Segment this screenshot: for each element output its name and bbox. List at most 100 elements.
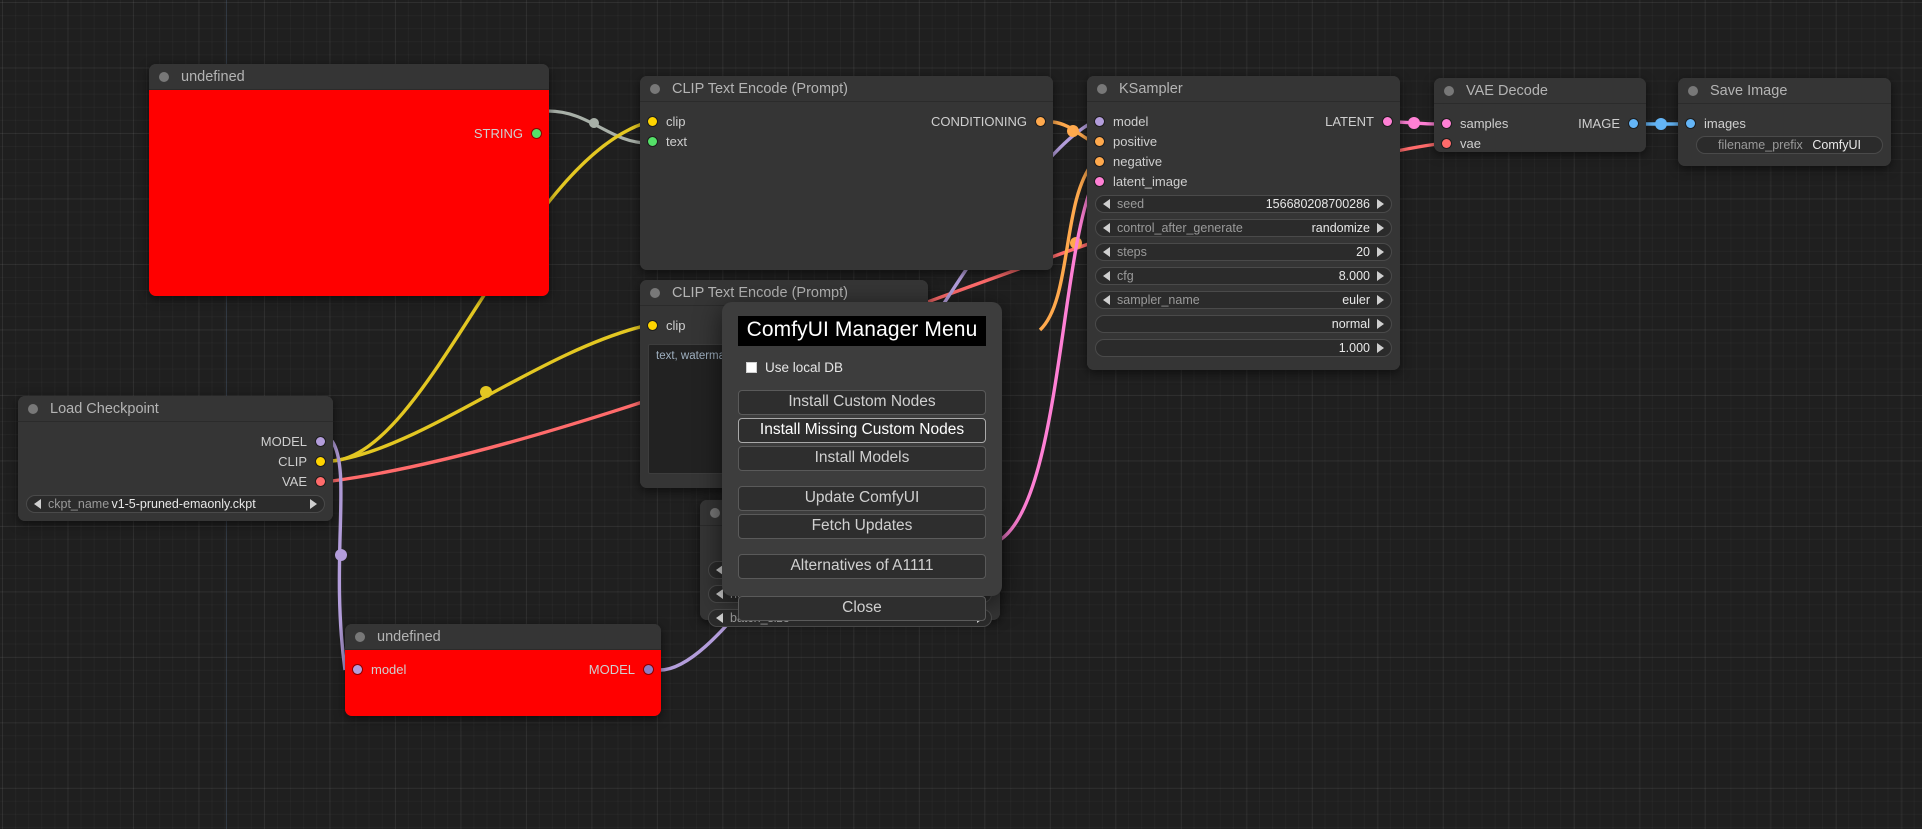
widget-filename-prefix[interactable]: filename_prefix ComfyUI (1696, 136, 1883, 154)
node-output-vae[interactable]: VAE (282, 472, 325, 490)
node-title-bar[interactable]: CLIP Text Encode (Prompt) (640, 76, 1053, 102)
node-title-bar[interactable]: undefined (345, 624, 661, 650)
node-collapse-icon[interactable] (1097, 83, 1107, 94)
widget-sampler-name[interactable]: sampler_name euler (1095, 291, 1392, 309)
node-output-latent[interactable]: LATENT (1325, 112, 1392, 130)
input-dot-clip[interactable] (648, 116, 657, 126)
node-input-images[interactable]: images (1686, 114, 1746, 132)
node-save-image[interactable]: Save Image images filename_prefix ComfyU… (1678, 78, 1891, 166)
decrement-arrow-icon[interactable] (1103, 247, 1110, 257)
widget-denoise[interactable]: denoise 1.000 (1095, 339, 1392, 357)
input-dot-clip[interactable] (648, 320, 657, 330)
increment-arrow-icon[interactable] (1377, 295, 1384, 305)
node-input-positive[interactable]: positive (1095, 132, 1157, 150)
node-collapse-icon[interactable] (650, 287, 660, 298)
output-dot-clip[interactable] (316, 456, 325, 466)
node-input-model[interactable]: model (353, 660, 406, 678)
widget-value: 156680208700286 (1265, 197, 1370, 211)
install-models-button[interactable]: Install Models (738, 446, 986, 471)
node-output-image[interactable]: IMAGE (1578, 114, 1638, 132)
output-dot-string[interactable] (532, 128, 541, 138)
widget-steps[interactable]: steps 20 (1095, 243, 1392, 261)
input-dot-model[interactable] (1095, 116, 1104, 126)
decrement-arrow-icon[interactable] (1103, 271, 1110, 281)
increment-arrow-icon[interactable] (310, 499, 317, 509)
input-dot-model[interactable] (353, 664, 362, 674)
input-dot-images[interactable] (1686, 118, 1695, 128)
decrement-arrow-icon[interactable] (34, 499, 41, 509)
node-collapse-icon[interactable] (159, 71, 169, 82)
node-input-clip[interactable]: clip (648, 112, 686, 130)
node-collapse-icon[interactable] (355, 631, 365, 642)
decrement-arrow-icon[interactable] (1103, 223, 1110, 233)
node-undefined-string[interactable]: undefined STRING (149, 64, 549, 296)
node-collapse-icon[interactable] (28, 403, 38, 414)
node-undefined-model[interactable]: undefined model MODEL (345, 624, 661, 716)
update-comfyui-button[interactable]: Update ComfyUI (738, 486, 986, 511)
widget-seed[interactable]: seed 156680208700286 (1095, 195, 1392, 213)
node-title-bar[interactable]: KSampler (1087, 76, 1400, 102)
decrement-arrow-icon[interactable] (716, 613, 723, 623)
widget-control-after-generate[interactable]: control_after_generate randomize (1095, 219, 1392, 237)
decrement-arrow-icon[interactable] (1103, 199, 1110, 209)
increment-arrow-icon[interactable] (1377, 247, 1384, 257)
fetch-updates-button[interactable]: Fetch Updates (738, 514, 986, 539)
node-output-model[interactable]: MODEL (589, 660, 653, 678)
graph-canvas[interactable]: undefined STRING CLIP Text Encode (Promp… (0, 0, 1922, 829)
node-input-model[interactable]: model (1095, 112, 1148, 130)
install-custom-nodes-button[interactable]: Install Custom Nodes (738, 390, 986, 415)
output-dot-model[interactable] (316, 436, 325, 446)
increment-arrow-icon[interactable] (1377, 223, 1384, 233)
widget-cfg[interactable]: cfg 8.000 (1095, 267, 1392, 285)
use-local-db-checkbox[interactable] (746, 362, 757, 373)
node-title-bar[interactable]: Load Checkpoint (18, 396, 333, 422)
node-title-label: Save Image (1710, 82, 1788, 99)
node-output-string[interactable]: STRING (474, 124, 541, 142)
node-input-latent-image[interactable]: latent_image (1095, 172, 1187, 190)
input-dot-text[interactable] (648, 136, 657, 146)
node-input-vae[interactable]: vae (1442, 134, 1481, 152)
input-dot-samples[interactable] (1442, 118, 1451, 128)
increment-arrow-icon[interactable] (1377, 271, 1384, 281)
increment-arrow-icon[interactable] (1377, 199, 1384, 209)
node-vae-decode[interactable]: VAE Decode samples vae IMAGE (1434, 78, 1646, 152)
widget-scheduler[interactable]: scheduler normal (1095, 315, 1392, 333)
install-missing-custom-nodes-button[interactable]: Install Missing Custom Nodes (738, 418, 986, 443)
output-dot-latent[interactable] (1383, 116, 1392, 126)
input-dot-vae[interactable] (1442, 138, 1451, 148)
node-output-conditioning[interactable]: CONDITIONING (931, 112, 1045, 130)
close-button[interactable]: Close (738, 596, 986, 621)
node-title-bar[interactable]: undefined (149, 64, 549, 90)
input-dot-latent-image[interactable] (1095, 176, 1104, 186)
node-ksampler[interactable]: KSampler model positive negative latent_… (1087, 76, 1400, 370)
node-collapse-icon[interactable] (650, 83, 660, 94)
comfyui-manager-dialog[interactable]: ComfyUI Manager Menu Use local DB Instal… (722, 302, 1002, 621)
output-dot-conditioning[interactable] (1036, 116, 1045, 126)
node-title-bar[interactable]: Save Image (1678, 78, 1891, 104)
output-dot-vae[interactable] (316, 476, 325, 486)
input-dot-negative[interactable] (1095, 156, 1104, 166)
node-input-clip[interactable]: clip (648, 316, 686, 334)
alternatives-of-a1111-button[interactable]: Alternatives of A1111 (738, 554, 986, 579)
output-dot-image[interactable] (1629, 118, 1638, 128)
node-input-samples[interactable]: samples (1442, 114, 1508, 132)
node-collapse-icon[interactable] (710, 507, 720, 518)
decrement-arrow-icon[interactable] (1103, 295, 1110, 305)
node-title-bar[interactable]: VAE Decode (1434, 78, 1646, 104)
node-output-clip[interactable]: CLIP (278, 452, 325, 470)
node-input-negative[interactable]: negative (1095, 152, 1162, 170)
decrement-arrow-icon[interactable] (716, 589, 723, 599)
increment-arrow-icon[interactable] (1377, 343, 1384, 353)
node-collapse-icon[interactable] (1444, 85, 1454, 96)
increment-arrow-icon[interactable] (1377, 319, 1384, 329)
widget-ckpt-name[interactable]: ckpt_name v1-5-pruned-emaonly.ckpt (26, 495, 325, 513)
widget-label: filename_prefix (1718, 138, 1803, 152)
node-output-model[interactable]: MODEL (261, 432, 325, 450)
use-local-db-row[interactable]: Use local DB (746, 360, 986, 375)
input-dot-positive[interactable] (1095, 136, 1104, 146)
node-clip-text-encode-positive[interactable]: CLIP Text Encode (Prompt) clip text COND… (640, 76, 1053, 270)
node-load-checkpoint[interactable]: Load Checkpoint MODEL CLIP VAE ckpt_name… (18, 396, 333, 521)
node-collapse-icon[interactable] (1688, 85, 1698, 96)
node-input-text[interactable]: text (648, 132, 687, 150)
output-dot-model[interactable] (644, 664, 653, 674)
